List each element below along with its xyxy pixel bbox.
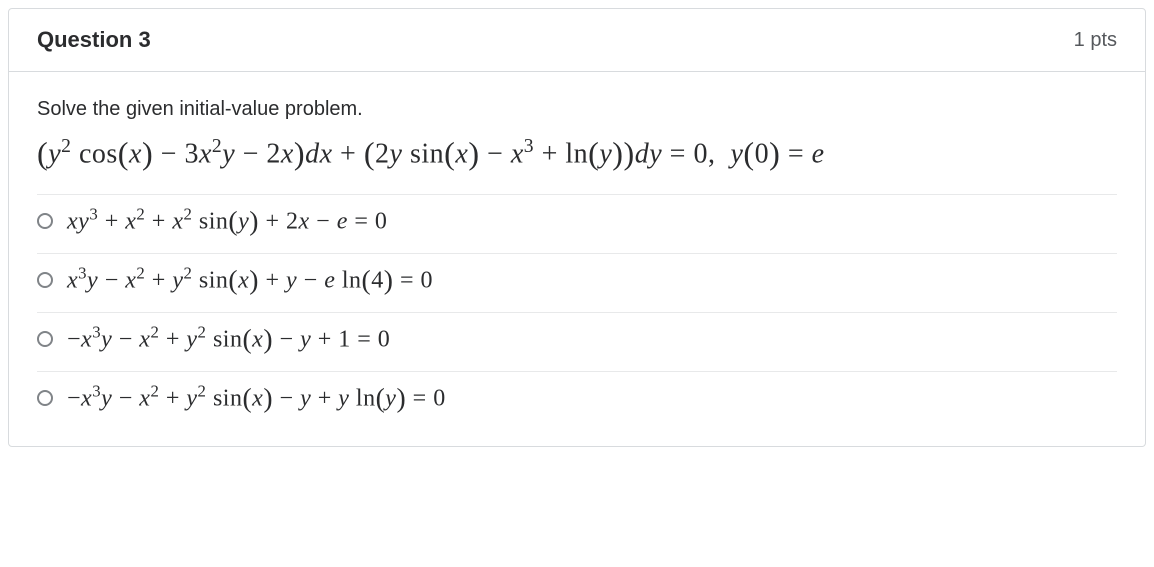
question-header: Question 3 1 pts: [9, 9, 1145, 72]
answer-option[interactable]: xy3 + x2 + x2 sin(y) + 2x − e = 0: [37, 194, 1117, 247]
answer-option[interactable]: −x3y − x2 + y2 sin(x) − y + 1 = 0: [37, 312, 1117, 365]
question-body: Solve the given initial-value problem. (…: [9, 72, 1145, 446]
radio-icon[interactable]: [37, 390, 53, 406]
option-equation: −x3y − x2 + y2 sin(x) − y + 1 = 0: [67, 323, 390, 355]
question-title: Question 3: [37, 27, 151, 53]
option-equation: −x3y − x2 + y2 sin(x) − y + y ln(y) = 0: [67, 382, 446, 414]
question-equation: (y2 cos(x) − 3x2y − 2x)dx + (2y sin(x) −…: [37, 135, 1117, 172]
question-prompt: Solve the given initial-value problem.: [37, 98, 1117, 121]
answer-option[interactable]: x3y − x2 + y2 sin(x) + y − e ln(4) = 0: [37, 253, 1117, 306]
radio-icon[interactable]: [37, 213, 53, 229]
question-card: Question 3 1 pts Solve the given initial…: [8, 8, 1146, 447]
radio-icon[interactable]: [37, 331, 53, 347]
answer-option[interactable]: −x3y − x2 + y2 sin(x) − y + y ln(y) = 0: [37, 371, 1117, 424]
answer-options: xy3 + x2 + x2 sin(y) + 2x − e = 0 x3y − …: [37, 194, 1117, 424]
option-equation: x3y − x2 + y2 sin(x) + y − e ln(4) = 0: [67, 264, 433, 296]
option-equation: xy3 + x2 + x2 sin(y) + 2x − e = 0: [67, 205, 387, 237]
radio-icon[interactable]: [37, 272, 53, 288]
question-points: 1 pts: [1074, 29, 1117, 52]
